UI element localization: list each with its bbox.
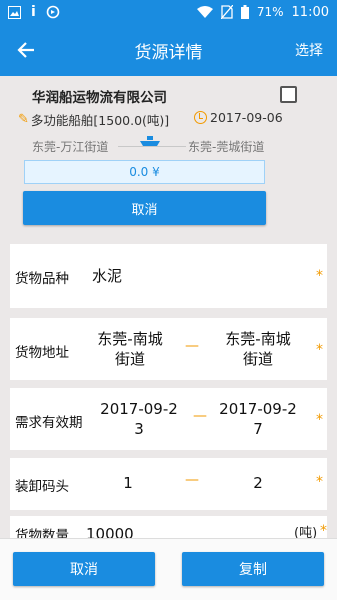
cancel-offer-button[interactable]: 取消 bbox=[23, 191, 266, 225]
ship-info: ✎ 多功能船舶[1500.0(吨)] bbox=[18, 110, 169, 129]
date-info: 2017-09-06 bbox=[194, 110, 283, 125]
cancel-button[interactable]: 取消 bbox=[13, 552, 155, 586]
ship-type: 多功能船舶[1500.0(吨)] bbox=[30, 113, 170, 128]
address-to[interactable]: 东莞-南城街道 bbox=[220, 329, 296, 369]
wifi-icon bbox=[196, 6, 213, 18]
range-separator: — bbox=[185, 472, 199, 488]
battery-percent: 71% bbox=[256, 5, 284, 19]
image-icon bbox=[8, 5, 21, 19]
row-label: 装卸码头 bbox=[15, 479, 69, 495]
boat-icon bbox=[140, 136, 160, 146]
select-checkbox[interactable] bbox=[280, 86, 297, 103]
row-cargo-address[interactable]: 货物地址 东莞-南城街道 — 东莞-南城街道 * bbox=[10, 318, 327, 380]
validity-to[interactable]: 2017-09-27 bbox=[217, 399, 299, 439]
cargo-source-card: 华润船运物流有限公司 ✎ 多功能船舶[1500.0(吨)] 2017-09-06… bbox=[10, 76, 327, 234]
clock-time: 11:00 bbox=[291, 4, 329, 20]
no-sim-icon bbox=[220, 5, 233, 19]
price-display: 0.0 ¥ bbox=[24, 160, 265, 184]
required-mark: * bbox=[316, 268, 323, 284]
validity-from[interactable]: 2017-09-23 bbox=[98, 399, 180, 439]
publish-date: 2017-09-06 bbox=[210, 110, 283, 125]
dock-from[interactable]: 1 bbox=[116, 473, 140, 493]
row-label: 货物地址 bbox=[15, 345, 69, 361]
row-dock[interactable]: 装卸码头 1 — 2 * bbox=[10, 458, 327, 510]
route-to: 东莞-莞城街道 bbox=[188, 140, 265, 154]
row-validity[interactable]: 需求有效期 2017-09-23 — 2017-09-27 * bbox=[10, 388, 327, 450]
address-from[interactable]: 东莞-南城街道 bbox=[92, 329, 168, 369]
route-from: 东莞-万江街道 bbox=[32, 140, 109, 154]
clock-icon bbox=[194, 111, 207, 124]
required-mark: * bbox=[320, 523, 327, 539]
back-button[interactable] bbox=[0, 24, 52, 76]
sync-icon bbox=[46, 5, 60, 19]
row-label: 货物品种 bbox=[15, 271, 69, 287]
range-separator: — bbox=[193, 408, 207, 424]
info-icon: i bbox=[31, 4, 36, 20]
app-bar: 货源详情 选择 bbox=[0, 24, 337, 76]
company-name: 华润船运物流有限公司 bbox=[32, 90, 167, 106]
bottom-action-bar: 取消 复制 bbox=[0, 538, 337, 600]
row-cargo-type[interactable]: 货物品种 水泥 * bbox=[10, 244, 327, 308]
required-mark: * bbox=[316, 412, 323, 428]
select-button[interactable]: 选择 bbox=[281, 40, 337, 60]
dock-to[interactable]: 2 bbox=[246, 473, 270, 493]
status-bar: i 71% 11:00 bbox=[0, 0, 337, 24]
required-mark: * bbox=[316, 474, 323, 490]
arrow-left-icon bbox=[17, 42, 34, 58]
range-separator: — bbox=[185, 338, 199, 354]
cargo-type-value: 水泥 bbox=[92, 267, 123, 285]
copy-button[interactable]: 复制 bbox=[182, 552, 324, 586]
pencil-icon: ✎ bbox=[18, 112, 29, 127]
row-label: 需求有效期 bbox=[15, 415, 83, 431]
required-mark: * bbox=[316, 342, 323, 358]
battery-icon bbox=[240, 5, 249, 19]
